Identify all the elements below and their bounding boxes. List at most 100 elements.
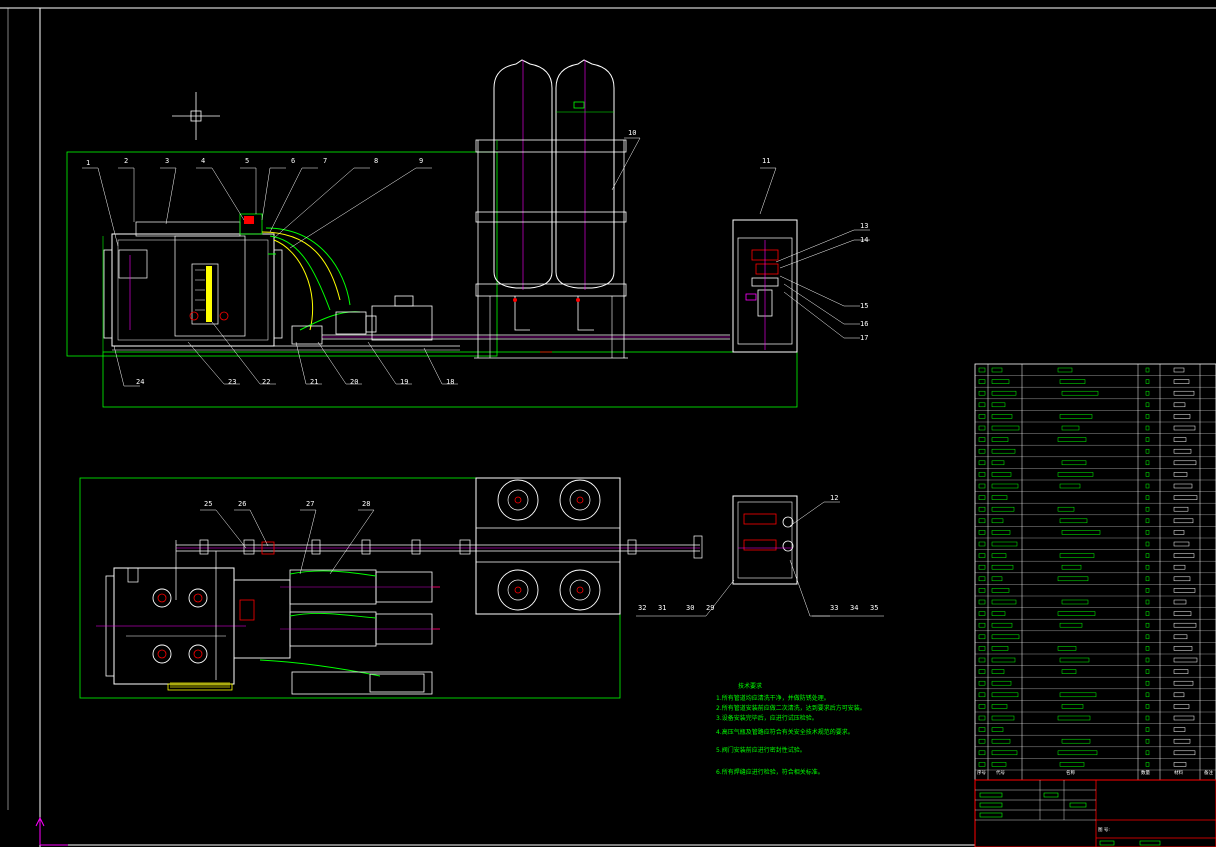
drawing-number-label: 图 号: [1098,827,1110,833]
cylinders-plan [475,477,621,615]
table-cell-mark [978,762,986,767]
tank-plan [96,567,246,691]
title-block: 图 号: [974,779,1216,847]
plan-view [79,477,884,699]
table-cell-mark [1145,390,1150,396]
table-cell-mark [1061,460,1087,466]
part-label: 7 [323,157,327,165]
table-cell-mark [991,564,1014,570]
table-cell-mark [991,692,1019,698]
part-label: 25 [204,500,212,508]
ucs-icon [35,816,68,846]
table-cell-mark [1145,704,1150,709]
table-cell-mark [1059,657,1090,663]
table-cell-mark [1057,646,1077,651]
table-cell-mark [978,727,986,732]
table-header-seq: 序号 [977,769,986,776]
table-cell-mark [1173,414,1191,419]
table-cell-mark [1173,506,1189,512]
table-cell-mark [1173,738,1191,744]
table-cell-mark [1173,646,1193,651]
table-cell-mark [978,692,986,698]
table-cell-mark [1145,738,1150,744]
table-cell-mark [991,750,1018,756]
part-label: 4 [201,157,205,165]
table-cell-mark [1173,599,1187,605]
table-cell-mark [1173,379,1190,384]
note-line: 3.设备安装完毕后，应进行试压检验。 [716,714,818,722]
table-cell-mark [991,634,1020,640]
table-cell-mark [1057,367,1073,373]
table-cell-mark [1059,483,1081,489]
table-cell-mark [991,611,1006,616]
table-cell-mark [1145,472,1150,477]
table-cell-mark [978,576,986,582]
table-cell-mark [978,564,986,570]
table-cell-mark [1145,541,1150,547]
part-label: 26 [238,500,246,508]
table-cell-mark [1061,425,1080,431]
table-cell-mark [991,379,1010,384]
table-cell-mark [991,460,1005,466]
part-label: 19 [400,378,408,386]
table-header-qty: 数量 [1141,769,1150,776]
table-cell-mark [1173,588,1196,593]
table-cell-mark [991,367,1003,373]
part-label: 8 [374,157,378,165]
table-cell-mark [991,704,1008,709]
part-label: 9 [419,157,423,165]
table-header-material: 材料 [1174,769,1183,776]
table-cell-mark [1057,506,1075,512]
table-cell-mark [1173,553,1195,558]
part-label: 24 [136,378,144,386]
table-cell-mark [1061,599,1089,605]
part-label: 6 [291,157,295,165]
table-cell-mark [1173,425,1196,431]
table-cell-mark [1173,611,1192,616]
table-cell-mark [1145,448,1150,454]
table-cell-mark [1173,762,1187,767]
table-cell-mark [1059,762,1085,767]
part-label: 20 [350,378,358,386]
note-line: 2.所有管道安装前应做二次清洗，达到要求后方可安装。 [716,704,866,712]
table-header-code: 代号 [996,769,1005,776]
table-cell-mark [1173,448,1192,454]
table-cell-mark [1173,460,1197,466]
part-label: 30 [686,604,694,612]
part-label: 16 [860,320,868,328]
part-label: 2 [124,157,128,165]
table-cell-mark [1173,472,1188,477]
table-cell-mark [991,402,1006,408]
cabinet-plan [732,495,798,585]
leader-lines-top [82,137,870,387]
table-cell-mark [978,704,986,709]
table-cell-mark [978,611,986,616]
table-cell-mark [978,460,986,466]
table-cell-mark [1173,750,1196,756]
table-cell-mark [991,738,1011,744]
table-cell-mark [1173,576,1191,582]
table-cell-mark [1061,390,1099,396]
table-cell-mark [991,448,1016,454]
table-cell-mark [1173,727,1186,732]
table-cell-mark [978,553,986,558]
table-cell-mark [1173,541,1190,547]
table-cell-mark [1145,588,1150,593]
part-label: 12 [830,494,838,502]
table-cell-mark [1173,437,1187,442]
table-cell-mark [978,738,986,744]
part-label: 27 [306,500,314,508]
table-cell-mark [1173,367,1185,373]
table-cell-mark [978,541,986,547]
table-cell-mark [991,727,1004,732]
table-cell-mark [1145,622,1150,628]
part-label: 21 [310,378,318,386]
table-cell-mark [1145,518,1150,524]
pumps-plan [170,569,440,695]
table-cell-mark [991,576,1003,582]
table-cell-mark [1145,576,1150,582]
part-label: 10 [628,129,636,137]
table-cell-mark [1059,622,1083,628]
table-cell-mark [978,599,986,605]
table-cell-mark [1061,704,1084,709]
